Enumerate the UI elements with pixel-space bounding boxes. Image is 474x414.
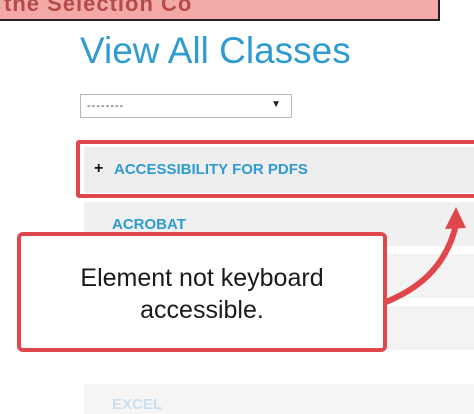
top-banner: the Selection Co bbox=[0, 0, 440, 21]
dropdown-arrow-icon: ▼ bbox=[271, 99, 281, 110]
annotation-callout-text: Element not keyboard accessible. bbox=[21, 262, 383, 326]
class-label: EXCEL bbox=[112, 396, 163, 413]
annotation-highlight-box bbox=[76, 140, 474, 198]
screenshot-stage: the Selection Co View All Classes ------… bbox=[0, 0, 474, 414]
class-label: ACROBAT bbox=[112, 216, 186, 233]
callout-line-2: accessible. bbox=[140, 296, 264, 324]
class-filter-select[interactable]: -------- ▼ bbox=[80, 94, 292, 118]
class-filter-value: -------- bbox=[87, 100, 125, 112]
page-title: View All Classes bbox=[80, 30, 351, 71]
class-row-excel[interactable]: EXCEL bbox=[84, 384, 474, 414]
callout-line-1: Element not keyboard bbox=[80, 264, 324, 292]
top-banner-text: the Selection Co bbox=[4, 0, 193, 16]
annotation-callout: Element not keyboard accessible. bbox=[17, 232, 387, 352]
